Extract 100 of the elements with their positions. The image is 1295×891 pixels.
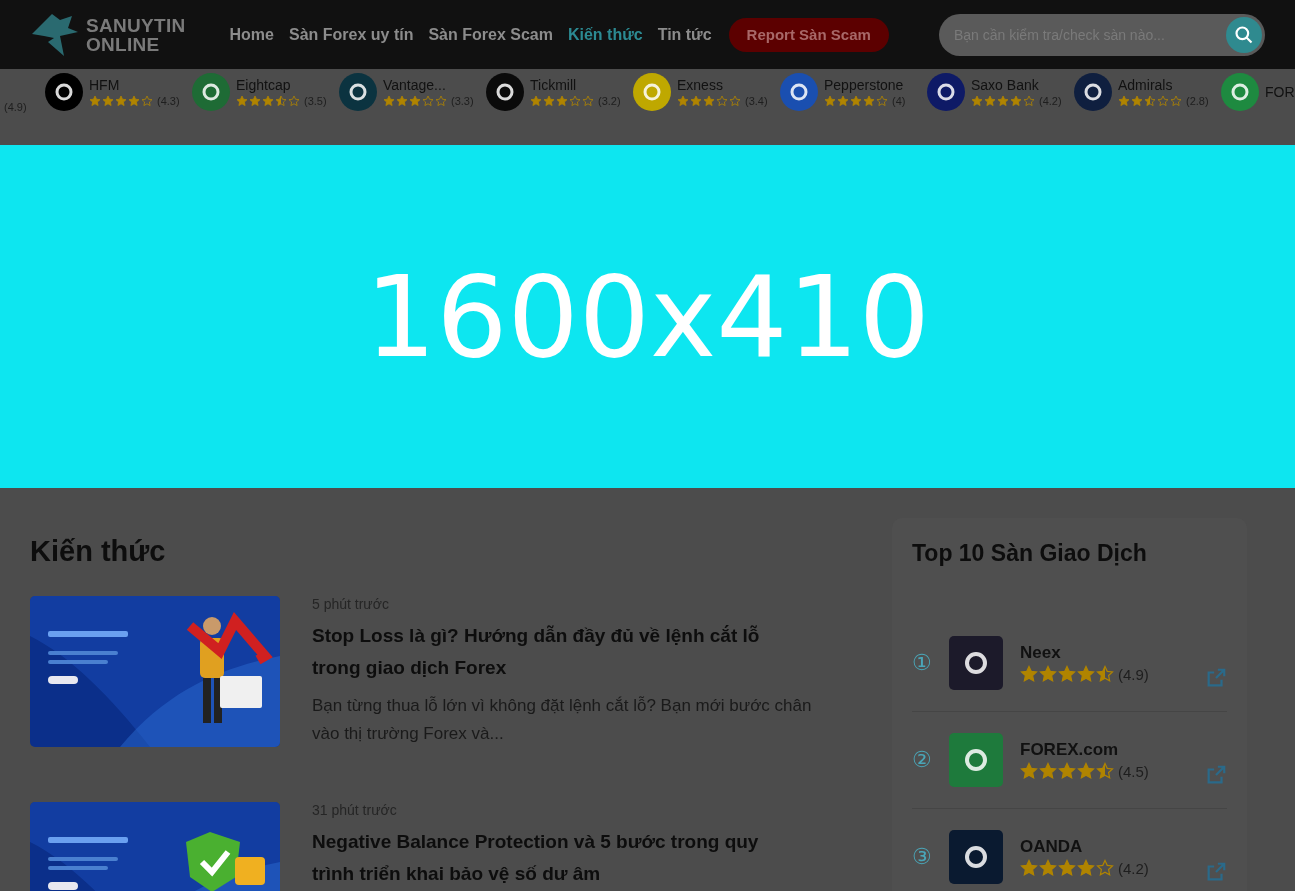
article-title[interactable]: Stop Loss là gì? Hướng dẫn đầy đủ về lệnh cắt lỗ trong giao dịch Forex (312, 620, 802, 684)
broker-logo[interactable] (1221, 73, 1259, 111)
broker-logo[interactable] (486, 73, 524, 111)
broker-logo[interactable] (949, 636, 1003, 690)
broker-name[interactable]: FOR (1265, 84, 1295, 100)
nav-link[interactable]: Home (229, 25, 274, 44)
broker-name[interactable]: Vantage... (383, 77, 474, 93)
logo-mark-icon (964, 748, 988, 772)
broker-name[interactable]: HFM (89, 77, 180, 93)
star-icon (141, 95, 153, 107)
star-icon (690, 95, 702, 107)
star-icon (1096, 859, 1114, 877)
star-icon (1077, 665, 1095, 683)
broker-name[interactable]: OANDA (1020, 837, 1149, 857)
star-icon (863, 95, 875, 107)
star-icon (582, 95, 594, 107)
logo-mark-icon (790, 83, 808, 101)
rank-number: ① (912, 650, 933, 676)
star-icon (128, 95, 140, 107)
nav-link[interactable]: Kiến thức (567, 25, 643, 44)
star-icon (1058, 665, 1076, 683)
broker-logo[interactable] (45, 73, 83, 111)
star-icon (1077, 762, 1095, 780)
star-icon (1058, 762, 1076, 780)
star-icon (1020, 762, 1038, 780)
report-button[interactable]: Report Sàn Scam (728, 17, 889, 52)
star-icon (716, 95, 728, 107)
star-icon (1077, 859, 1095, 877)
star-icon (569, 95, 581, 107)
star-icon (115, 95, 127, 107)
banner-size-label: 1600x410 (364, 251, 931, 382)
star-icon (971, 95, 983, 107)
broker-name[interactable]: Saxo Bank (971, 77, 1062, 93)
broker-logo[interactable] (192, 73, 230, 111)
section-title: Kiến thức (30, 535, 167, 568)
star-icon (677, 95, 689, 107)
star-icon (1039, 762, 1057, 780)
star-icon (275, 95, 287, 107)
logo-mark-icon (1231, 83, 1249, 101)
star-icon (824, 95, 836, 107)
site-logo-text[interactable]: SANUYTIN ONLINE (86, 15, 186, 54)
broker-logo[interactable] (927, 73, 965, 111)
broker-name[interactable]: FOREX.com (1020, 740, 1149, 760)
star-icon (997, 95, 1009, 107)
broker-name[interactable]: Admirals (1118, 77, 1209, 93)
logo-mark-icon (202, 83, 220, 101)
logo-mark-icon (55, 83, 73, 101)
star-icon (288, 95, 300, 107)
star-icon (543, 95, 555, 107)
broker-logo[interactable] (949, 830, 1003, 884)
star-icon (1131, 95, 1143, 107)
nav-link[interactable]: Tin tức (657, 25, 712, 44)
star-icon (249, 95, 261, 107)
star-icon (1023, 95, 1035, 107)
star-icon (1144, 95, 1156, 107)
nav-link[interactable]: Sàn Forex Scam (428, 25, 553, 44)
rank-number: ② (912, 747, 933, 773)
star-icon (409, 95, 421, 107)
broker-logo[interactable] (780, 73, 818, 111)
broker-logo[interactable] (1074, 73, 1112, 111)
star-icon (89, 95, 101, 107)
star-icon (1118, 95, 1130, 107)
logo-mark-icon (964, 845, 988, 869)
broker-name[interactable]: Pepperstone (824, 77, 906, 93)
star-icon (1058, 859, 1076, 877)
broker-name[interactable]: Exness (677, 77, 768, 93)
star-icon (262, 95, 274, 107)
star-icon (1170, 95, 1182, 107)
star-icon (837, 95, 849, 107)
star-icon (1096, 762, 1114, 780)
star-icon (1020, 859, 1038, 877)
article-title[interactable]: Negative Balance Protection và 5 bước trong quy trình triển khai bảo vệ số dư âm (312, 826, 802, 890)
star-icon (984, 95, 996, 107)
broker-logo[interactable] (633, 73, 671, 111)
star-icon (1039, 665, 1057, 683)
logo-mark-icon (1084, 83, 1102, 101)
star-icon (422, 95, 434, 107)
star-icon (435, 95, 447, 107)
star-icon (876, 95, 888, 107)
search-icon (1234, 24, 1254, 45)
wolf-logo-icon (30, 11, 80, 58)
star-icon (729, 95, 741, 107)
star-icon (1096, 665, 1114, 683)
star-icon (1039, 859, 1057, 877)
nav-link[interactable]: Sàn Forex uy tín (288, 25, 414, 44)
logo-mark-icon (937, 83, 955, 101)
logo-mark-icon (643, 83, 661, 101)
star-icon (383, 95, 395, 107)
broker-name[interactable]: Tickmill (530, 77, 621, 93)
star-icon (102, 95, 114, 107)
logo-mark-icon (964, 651, 988, 675)
star-icon (1020, 665, 1038, 683)
star-icon (1010, 95, 1022, 107)
rank-number: ③ (912, 844, 933, 870)
star-icon (1157, 95, 1169, 107)
star-icon (530, 95, 542, 107)
star-icon (396, 95, 408, 107)
broker-name[interactable]: Neex (1020, 643, 1149, 663)
broker-logo[interactable] (339, 73, 377, 111)
broker-name[interactable]: Eightcap (236, 77, 327, 93)
